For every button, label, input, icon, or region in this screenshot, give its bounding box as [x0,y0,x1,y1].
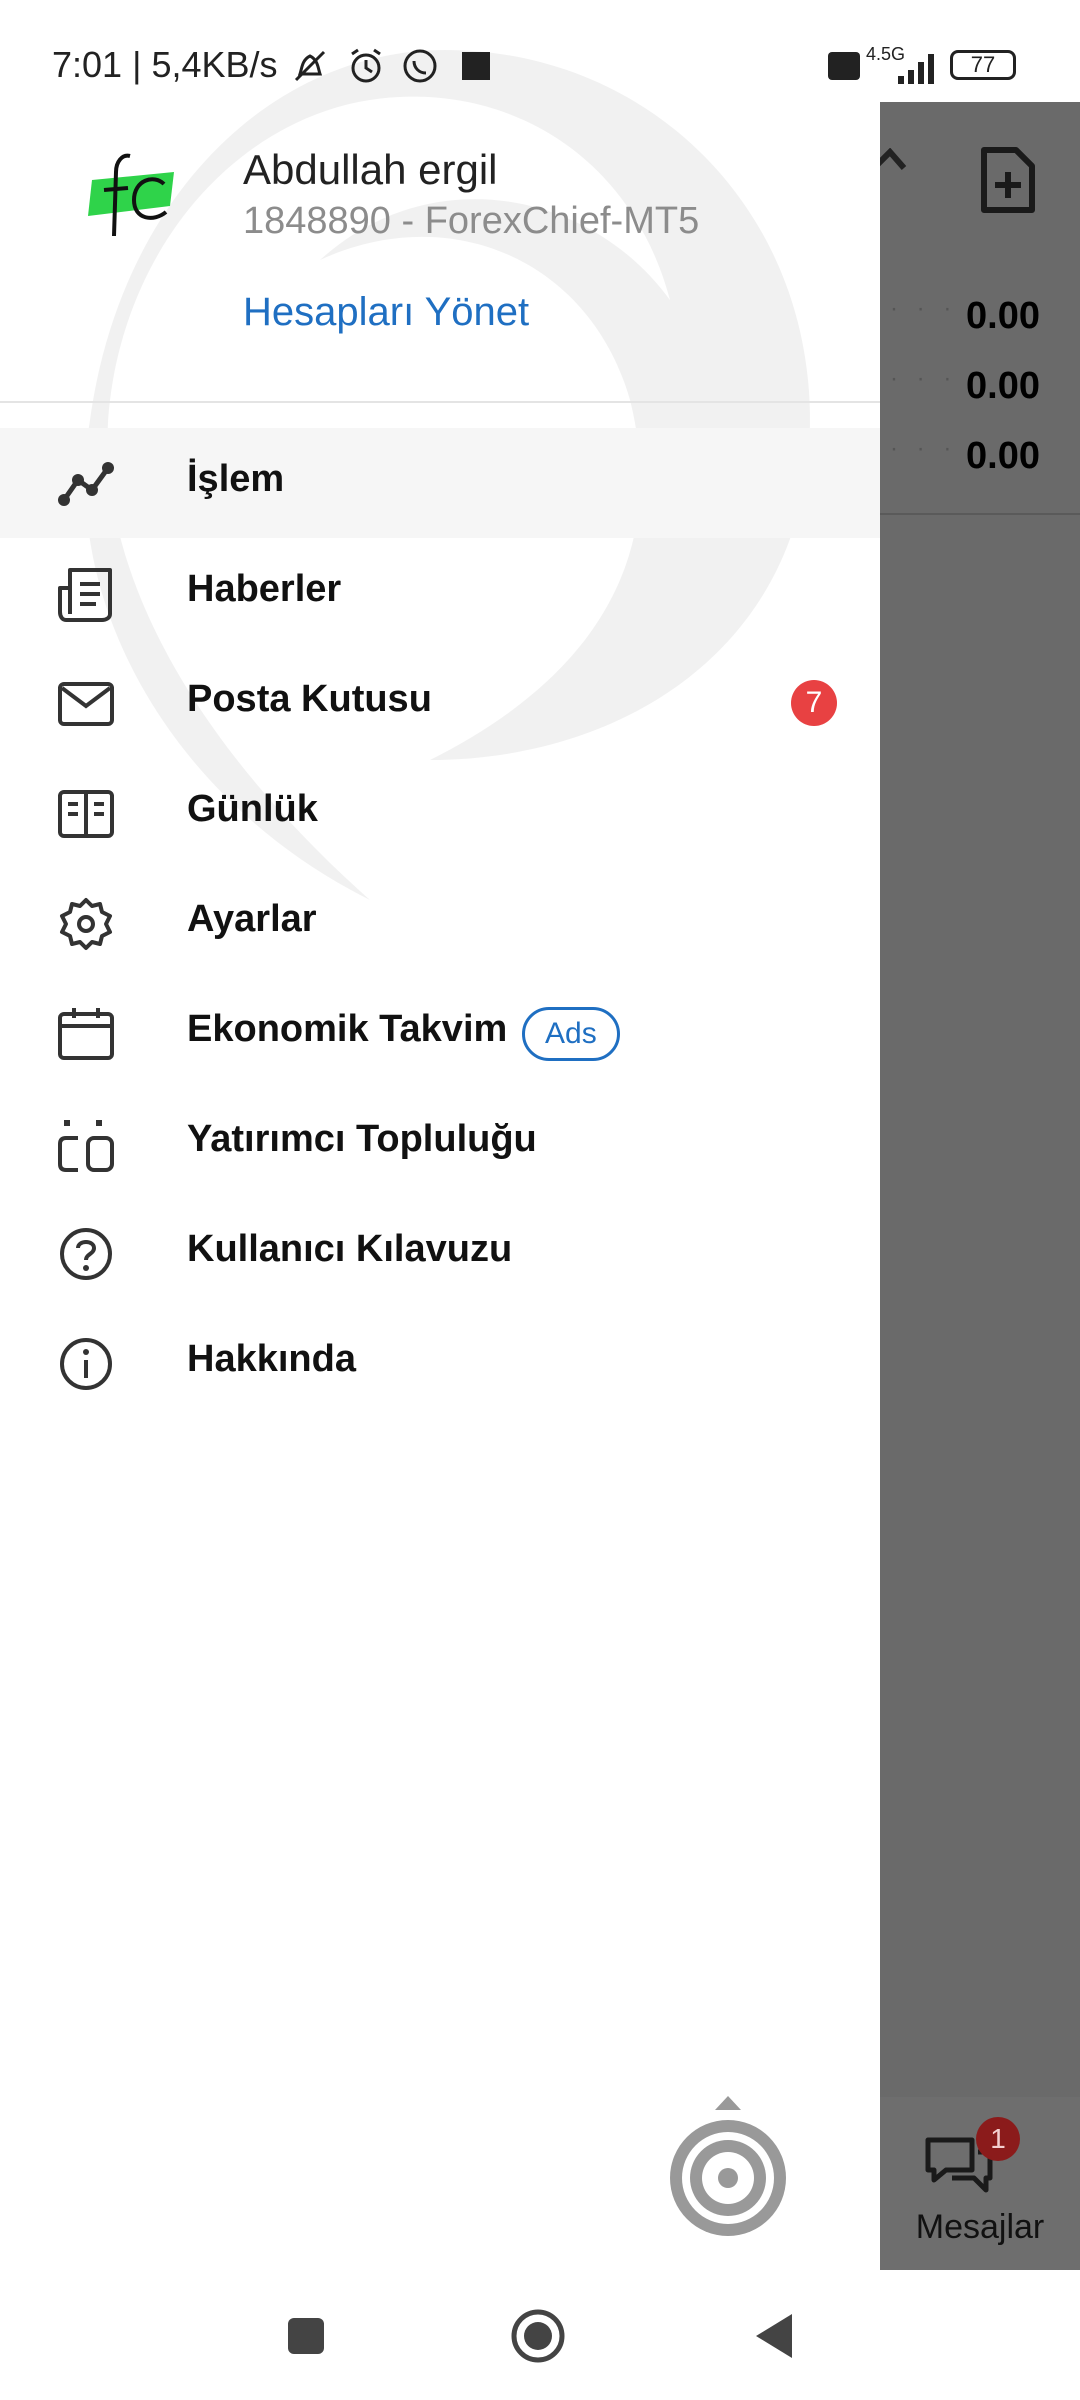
alarm-icon [351,48,381,83]
recents-button[interactable] [276,2306,336,2366]
menu-item-trade[interactable]: İşlem [0,428,880,538]
signal-icon [898,54,934,84]
new-document-icon[interactable] [980,146,1036,214]
status-time-speed: 7:01 | 5,4KB/s [52,44,278,86]
status-time: 7:01 [52,44,123,85]
info-icon [60,1338,112,1390]
help-icon [60,1228,112,1280]
menu-label: Yatırımcı Topluluğu [187,1118,537,1160]
journal-icon [58,790,114,838]
trade-chart-icon [58,462,114,506]
menu-label: Kullanıcı Kılavuzu [187,1228,513,1270]
mailbox-unread-badge: 7 [791,680,837,726]
menu-label: Posta Kutusu [187,678,432,720]
bg-dots: · · · [890,435,958,462]
menu-item-news[interactable]: Haberler [0,538,880,648]
drawer-menu: İşlem Haberler Posta Kutusu 7 Günlük Aya… [0,428,880,1418]
account-name: Abdullah ergil [243,146,498,193]
menu-label: Ekonomik Takvim [187,1008,508,1050]
bg-divider [880,513,1080,515]
account-id: 1848890 - ForexChief-MT5 [243,200,700,242]
status-speed: 5,4KB/s [151,44,278,85]
menu-item-economic-calendar[interactable]: Ekonomik Takvim Ads [0,978,880,1088]
drawer-scrim[interactable] [880,102,1080,2270]
header-divider [0,401,880,403]
home-button[interactable] [508,2306,568,2366]
messages-badge: 1 [976,2117,1020,2161]
stop-square-icon [462,52,490,80]
gear-icon [60,898,112,950]
broker-logo[interactable] [84,150,180,242]
menu-label: Haberler [187,568,342,610]
volte-icon [828,52,860,80]
ads-tag: Ads [522,1007,620,1061]
messages-label[interactable]: Mesajlar [880,2208,1080,2247]
menu-item-investor-community[interactable]: Yatırımcı Topluluğu [0,1088,880,1198]
bg-dots: · · · [890,365,958,392]
menu-label: Ayarlar [187,898,317,940]
mute-bell-icon [294,50,326,82]
system-nav-bar [0,2270,1080,2400]
community-icon [58,1120,114,1172]
mail-icon [58,682,114,726]
status-bar: 7:01 | 5,4KB/s 4.5G 77 [0,0,1080,102]
battery-level: 77 [970,52,996,77]
drawer-header: Abdullah ergil 1848890 - ForexChief-MT5 … [0,102,880,402]
menu-item-settings[interactable]: Ayarlar [0,868,880,978]
status-separator: | [132,44,152,85]
bg-value: 0.00 [966,435,1040,477]
bg-dots: · · · [890,295,958,322]
whatsapp-icon [403,49,437,83]
menu-label: Günlük [187,788,318,830]
battery-icon: 77 [950,50,1016,80]
bg-value: 0.00 [966,365,1040,407]
menu-item-mailbox[interactable]: Posta Kutusu 7 [0,648,880,758]
menu-item-journal[interactable]: Günlük [0,758,880,868]
manage-accounts-link[interactable]: Hesapları Yönet [243,290,529,335]
navigation-drawer: Abdullah ergil 1848890 - ForexChief-MT5 … [0,0,880,2270]
back-button[interactable] [744,2306,804,2366]
menu-item-user-guide[interactable]: Kullanıcı Kılavuzu [0,1198,880,1308]
floating-target-button[interactable] [665,2088,791,2244]
calendar-icon [58,1008,114,1060]
bg-value: 0.00 [966,295,1040,337]
menu-item-about[interactable]: Hakkında [0,1308,880,1418]
menu-label: Hakkında [187,1338,356,1380]
menu-label: İşlem [187,458,285,500]
news-icon [58,568,112,622]
